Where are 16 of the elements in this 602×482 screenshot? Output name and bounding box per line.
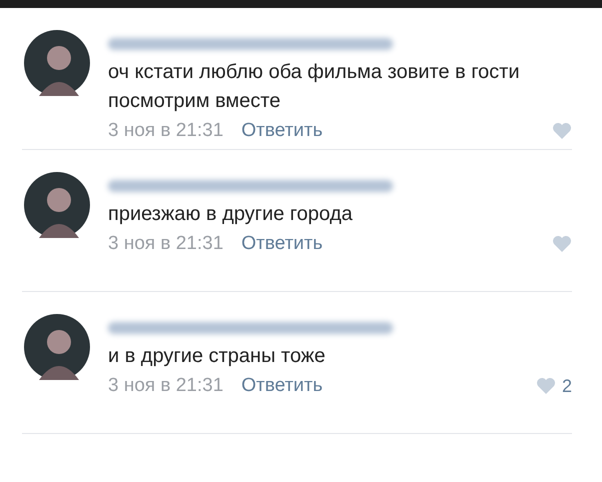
comment-date: 3 ноя в 21:31 xyxy=(108,375,224,397)
reply-link[interactable]: Ответить xyxy=(241,233,323,255)
heart-icon[interactable] xyxy=(552,235,572,253)
reply-link[interactable]: Ответить xyxy=(241,375,323,397)
heart-icon[interactable] xyxy=(536,377,556,395)
comment-date: 3 ноя в 21:31 xyxy=(108,233,224,255)
avatar-icon xyxy=(24,172,90,238)
like-count: 2 xyxy=(562,376,572,396)
comment-text: приезжаю в другие города xyxy=(108,202,354,227)
avatar-icon xyxy=(24,314,90,380)
comment-date: 3 ноя в 21:31 xyxy=(108,120,224,142)
comment-text: оч кстати люблю оба фильма зовите в гости посмотрим вместе xyxy=(108,60,521,114)
avatar-icon xyxy=(24,30,90,96)
comment-text: и в другие страны тоже xyxy=(108,344,326,369)
reply-link[interactable]: Ответить xyxy=(241,120,323,142)
heart-icon[interactable] xyxy=(552,122,572,140)
